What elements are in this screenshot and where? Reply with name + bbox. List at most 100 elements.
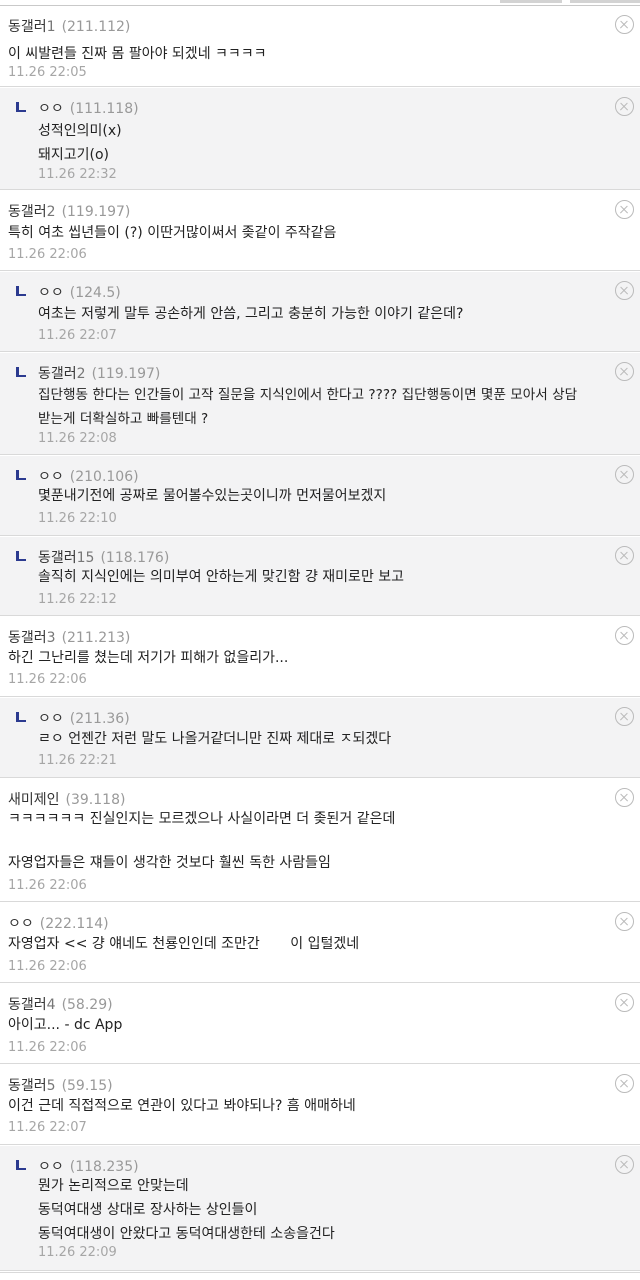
reply-comment: ㅇㅇ (211.36) ㄹㅇ 언젠간 저런 말도 나올거같더니만 진짜 제대로 ㅈ… [0,698,640,778]
comment-text: 몇푼내기전에 공짜로 물어볼수있는곳이니까 먼저물어보겠지 [38,488,387,504]
comment-date: 11.26 22:09 [38,1245,117,1260]
comment-header: 동갤러4 (58.29) [8,996,113,1014]
reply-comment: ㅇㅇ (210.106) 몇푼내기전에 공짜로 물어볼수있는곳이니까 먼저물어보겠… [0,456,640,536]
ip-address: (210.106) [69,469,139,485]
comment: 동갤러3 (211.213) 하긴 그난리를 쳤는데 저기가 피해가 없을리가..… [0,617,640,697]
comment: ㅇㅇ (222.114) 자영업자 << 걍 얘네도 천룡인인데 조만간 이 입털… [0,903,640,983]
next-comment-edge [0,1272,640,1280]
comment-body: 특히 여초 씹년들이 (?) 이딴거많이써서 좆같이 주작같음 [8,221,336,245]
ip-address: (222.114) [39,916,109,932]
comment-date: 11.26 22:05 [8,65,87,80]
delete-icon[interactable] [615,1074,634,1093]
delete-icon[interactable] [615,912,634,931]
delete-icon[interactable] [615,15,634,34]
comment-header: 동갤러5 (59.15) [8,1077,113,1095]
ip-address: (119.197) [61,204,131,220]
delete-icon[interactable] [615,465,634,484]
nickname[interactable]: ㅇㅇ [38,101,64,117]
ip-address: (211.213) [61,630,131,646]
comment-header: 동갤러2 (119.197) [38,365,160,383]
reply-comment: ㅇㅇ (124.5) 여초는 저렇게 말투 공손하게 안씀, 그리고 충분히 가능… [0,272,640,352]
reply-arrow-icon [16,1160,26,1170]
delete-icon[interactable] [615,281,634,300]
comment-body: 여초는 저렇게 말투 공손하게 안씀, 그리고 충분히 가능한 이야기 같은데? [38,302,463,326]
comment-text: 받는게 더확실하고 빠를텐대 ? [38,411,209,427]
comment-body: 아이고... - dc App [8,1013,122,1037]
comment-date: 11.26 22:12 [38,592,117,607]
delete-icon[interactable] [615,200,634,219]
nickname[interactable]: ㅇㅇ [8,916,34,932]
comment-header: 동갤러2 (119.197) [8,203,130,221]
ip-address: (118.176) [100,550,170,566]
comment-date: 11.26 22:06 [8,672,87,687]
delete-icon[interactable] [615,362,634,381]
comment-body: 집단행동 한다는 인간들이 고작 질문을 지식인에서 한다고 ???? 집단행동… [38,383,577,431]
nickname[interactable]: 동갤러2 [38,366,86,382]
reply-comment: ㅇㅇ (111.118) 성적인의미(x) 돼지고기(o) 11.26 22:32 [0,88,640,190]
ip-address: (119.197) [91,366,161,382]
ip-address: (111.118) [69,101,139,117]
comment-text: 특히 여초 씹년들이 (?) 이딴거많이써서 좆같이 주작같음 [8,225,337,241]
reply-arrow-icon [16,102,26,112]
comment-text: 이건 근데 직접적으로 연관이 있다고 봐야되나? 흠 애매하네 [8,1098,356,1114]
nickname[interactable]: 동갤러1 [8,19,56,35]
delete-icon[interactable] [615,97,634,116]
ip-address: (124.5) [69,285,121,301]
reply-arrow-icon [16,367,26,377]
comment-date: 11.26 22:06 [8,878,87,893]
comment-body: 솔직히 지식인에는 의미부여 안하는게 맞긴함 걍 재미로만 보고 [38,565,404,589]
comment-date: 11.26 22:07 [38,328,117,343]
ip-address: (59.15) [61,1078,113,1094]
comment-header: ㅇㅇ (222.114) [8,915,109,933]
delete-icon[interactable] [615,546,634,565]
scroll-thumb[interactable] [500,0,562,3]
comment-body: ㅋㅋㅋㅋㅋㅋ 진실인지는 모르겠으나 사실이라면 더 좆된거 같은데 자영업자들… [8,807,395,875]
comment-text: 솔직히 지식인에는 의미부여 안하는게 맞긴함 걍 재미로만 보고 [38,569,405,585]
nickname[interactable]: ㅇㅇ [38,1159,64,1175]
reply-comment: 동갤러2 (119.197) 집단행동 한다는 인간들이 고작 질문을 지식인에서… [0,353,640,455]
comment-text: 자영업자 << 걍 얘네도 천룡인인데 조만간 이 입털겠네 [8,936,360,952]
censored-mask [264,937,291,951]
nickname[interactable]: ㅇㅇ [38,285,64,301]
comment-date: 11.26 22:08 [38,431,117,446]
delete-icon[interactable] [615,993,634,1012]
nickname[interactable]: 동갤러4 [8,997,56,1013]
comment-body: 이건 근데 직접적으로 연관이 있다고 봐야되나? 흠 애매하네 [8,1094,356,1118]
ip-address: (58.29) [61,997,113,1013]
comment-text: 집단행동 한다는 인간들이 고작 질문을 지식인에서 한다고 ???? 집단행동… [38,387,578,403]
delete-icon[interactable] [615,1155,634,1174]
comment-body: 뭔가 논리적으로 안맞는데 동덕여대생 상대로 장사하는 상인들이 동덕여대생이… [38,1174,335,1246]
nickname[interactable]: 새미제인 [8,792,60,808]
nickname[interactable]: 동갤러3 [8,630,56,646]
reply-arrow-icon [16,551,26,561]
nickname[interactable]: 동갤러5 [8,1078,56,1094]
reply-arrow-icon [16,286,26,296]
nickname[interactable]: ㅇㅇ [38,711,64,727]
delete-icon[interactable] [615,707,634,726]
reply-comment: ㅇㅇ (118.235) 뭔가 논리적으로 안맞는데 동덕여대생 상대로 장사하는… [0,1146,640,1271]
comment-header: 동갤러1 (211.112) [8,18,130,36]
delete-icon[interactable] [615,788,634,807]
comment-text: 돼지고기(o) [38,147,110,163]
ip-address: (211.36) [69,711,130,727]
nickname[interactable]: 동갤러15 [38,550,94,566]
comment-text [8,831,395,851]
comment-date: 11.26 22:07 [8,1120,87,1135]
comment-body: 이 씨발련들 진짜 몸 팔아야 되겠네 ㅋㅋㅋㅋ [8,42,267,66]
ip-address: (39.118) [65,792,126,808]
comment-header: ㅇㅇ (124.5) [38,284,121,302]
comment: 동갤러2 (119.197) 특히 여초 씹년들이 (?) 이딴거많이써서 좆같이… [0,191,640,271]
comment: 동갤러1 (211.112) 이 씨발련들 진짜 몸 팔아야 되겠네 ㅋㅋㅋㅋ 1… [0,6,640,87]
comment-date: 11.26 22:06 [8,247,87,262]
nickname[interactable]: ㅇㅇ [38,469,64,485]
comment-text: 여초는 저렇게 말투 공손하게 안씀, 그리고 충분히 가능한 이야기 같은데? [38,306,464,322]
comment-date: 11.26 22:06 [8,959,87,974]
comment-header: ㅇㅇ (111.118) [38,100,139,118]
comment-text: 이 씨발련들 진짜 몸 팔아야 되겠네 ㅋㅋㅋㅋ [8,46,267,62]
comment-text: 성적인의미(x) [38,123,122,139]
delete-icon[interactable] [615,626,634,645]
comment-header: ㅇㅇ (211.36) [38,710,130,728]
reply-arrow-icon [16,470,26,480]
scroll-track [570,0,640,3]
nickname[interactable]: 동갤러2 [8,204,56,220]
